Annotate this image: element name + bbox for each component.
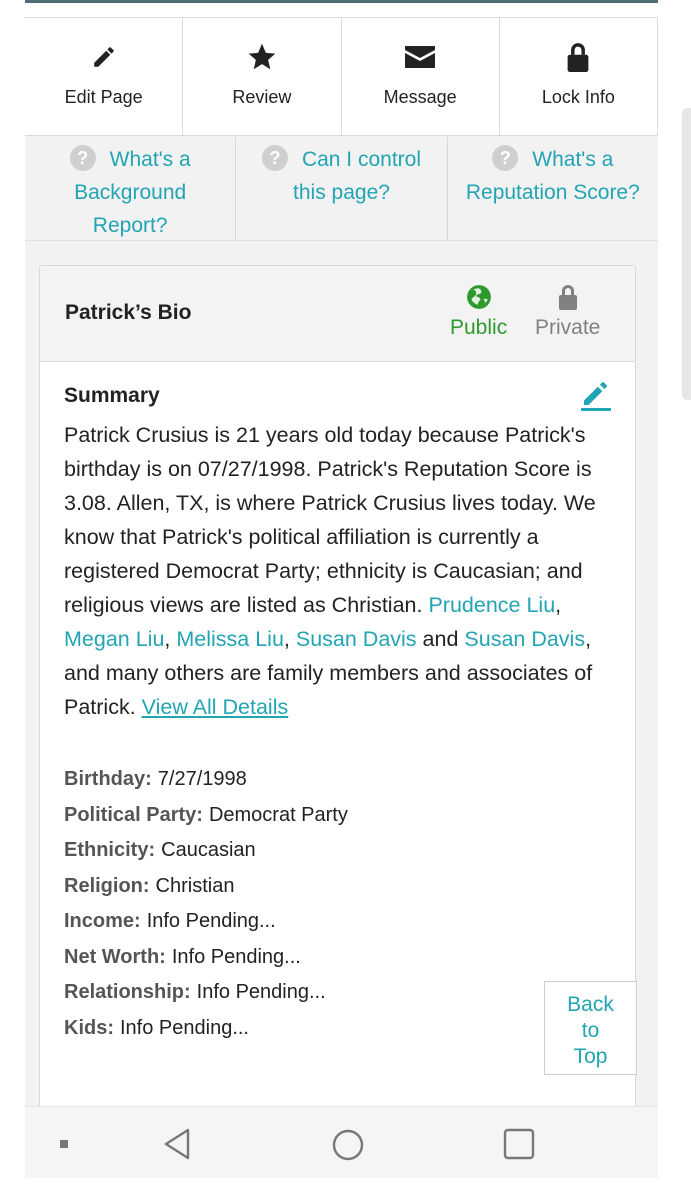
fact-key: Religion: <box>64 874 150 897</box>
private-label: Private <box>535 316 601 339</box>
separator: and <box>416 627 465 651</box>
pencil-icon <box>86 39 122 75</box>
fact-value: Info Pending... <box>120 1016 249 1039</box>
star-icon <box>244 39 280 75</box>
fact-key: Relationship: <box>64 981 191 1003</box>
fact-key: Net Worth: <box>64 945 166 968</box>
relative-link[interactable]: Megan Liu <box>64 627 164 651</box>
bottom-edge <box>0 1178 691 1200</box>
relative-link[interactable]: Susan Davis <box>464 627 585 651</box>
envelope-icon <box>402 39 438 75</box>
question-icon: ? <box>492 145 519 171</box>
globe-icon <box>466 285 491 309</box>
lock-icon <box>560 39 596 75</box>
lock-info-button[interactable]: Lock Info <box>500 18 658 135</box>
review-button[interactable]: Review <box>183 18 342 135</box>
back-to-top-line: Top <box>573 1045 608 1068</box>
bio-card-body: Summary Patrick Crusius is 21 years old … <box>40 362 635 1046</box>
fact-value: Democrat Party <box>208 803 348 826</box>
question-icon: ? <box>261 145 288 171</box>
top-bar <box>25 0 658 18</box>
relative-link[interactable]: Prudence Liu <box>428 593 555 617</box>
home-icon[interactable] <box>331 1128 365 1162</box>
relative-link[interactable]: Susan Davis <box>296 627 417 651</box>
lock-info-label: Lock Info <box>541 87 615 107</box>
back-icon[interactable] <box>162 1127 194 1161</box>
fact-value: Info Pending... <box>196 981 326 1003</box>
fact-key: Kids: <box>64 1016 114 1039</box>
bio-title: Patrick’s Bio <box>65 301 192 324</box>
fact-political-party: Political Party: Democrat Party <box>64 798 611 834</box>
relative-link[interactable]: Melissa Liu <box>176 627 284 651</box>
message-label: Message <box>383 87 457 107</box>
message-button[interactable]: Message <box>342 18 500 135</box>
edge-panel-handle[interactable] <box>682 108 691 400</box>
action-bar: Edit Page Review Message Lock Info <box>25 18 658 136</box>
summary-intro: Patrick Crusius is 21 years old today be… <box>64 423 596 617</box>
review-label: Review <box>232 87 292 107</box>
edit-page-label: Edit Page <box>64 87 143 107</box>
fact-key: Political Party: <box>64 803 203 826</box>
summary-title: Summary <box>64 384 160 407</box>
help-background-report[interactable]: ? What's a Background Report? <box>25 137 237 240</box>
fact-income: Income: Info Pending... <box>64 904 611 940</box>
fact-key: Birthday: <box>64 768 152 790</box>
back-to-top-line: to <box>581 1019 600 1042</box>
help-links: ? What's a Background Report? ? Can I cont… <box>25 137 658 241</box>
fact-value: Christian <box>155 874 235 897</box>
system-nav-bar <box>25 1106 658 1178</box>
lock-icon <box>558 285 577 310</box>
view-all-details-link[interactable]: View All Details <box>142 695 289 719</box>
facts-list: Birthday: 7/27/1998 Political Party: Democ… <box>64 762 611 1046</box>
summary-text: Patrick Crusius is 21 years old today be… <box>64 418 611 724</box>
fact-value: Info Pending... <box>146 910 276 932</box>
separator: , <box>164 627 177 651</box>
help-link-text: Can I control this page? <box>293 148 422 204</box>
question-icon: ? <box>69 145 96 171</box>
fact-value: Caucasian <box>161 839 256 861</box>
edit-summary-icon[interactable] <box>579 378 613 412</box>
edit-page-button[interactable]: Edit Page <box>25 18 184 135</box>
fact-value: 7/27/1998 <box>157 768 247 790</box>
back-to-top-line: Back <box>567 993 614 1016</box>
help-reputation-score[interactable]: ? What's a Reputation Score? <box>448 137 658 240</box>
separator: , <box>283 627 296 651</box>
help-control-page[interactable]: ? Can I control this page? <box>236 137 448 240</box>
fact-birthday: Birthday: 7/27/1998 <box>64 762 611 798</box>
fact-key: Income: <box>64 910 141 932</box>
private-toggle[interactable]: Private <box>535 284 600 340</box>
fact-net-worth: Net Worth: Info Pending... <box>64 940 611 976</box>
fact-key: Ethnicity: <box>64 839 156 861</box>
fact-religion: Religion: Christian <box>64 869 611 905</box>
back-to-top-button[interactable]: Back to Top <box>544 981 637 1075</box>
separator: , <box>555 593 562 617</box>
fact-kids: Kids: Info Pending... <box>64 1011 611 1047</box>
recents-dot-icon[interactable] <box>59 1139 69 1149</box>
bio-card-header: Patrick’s Bio Public Private <box>40 266 635 362</box>
fact-relationship: Relationship: Info Pending... <box>64 975 611 1011</box>
fact-value: Info Pending... <box>171 945 301 968</box>
public-toggle[interactable]: Public <box>450 284 507 340</box>
page: Edit Page Review Message Lock Info ? What… <box>0 0 691 1200</box>
overview-icon[interactable] <box>503 1128 535 1160</box>
public-label: Public <box>450 316 508 339</box>
fact-ethnicity: Ethnicity: Caucasian <box>64 833 611 869</box>
